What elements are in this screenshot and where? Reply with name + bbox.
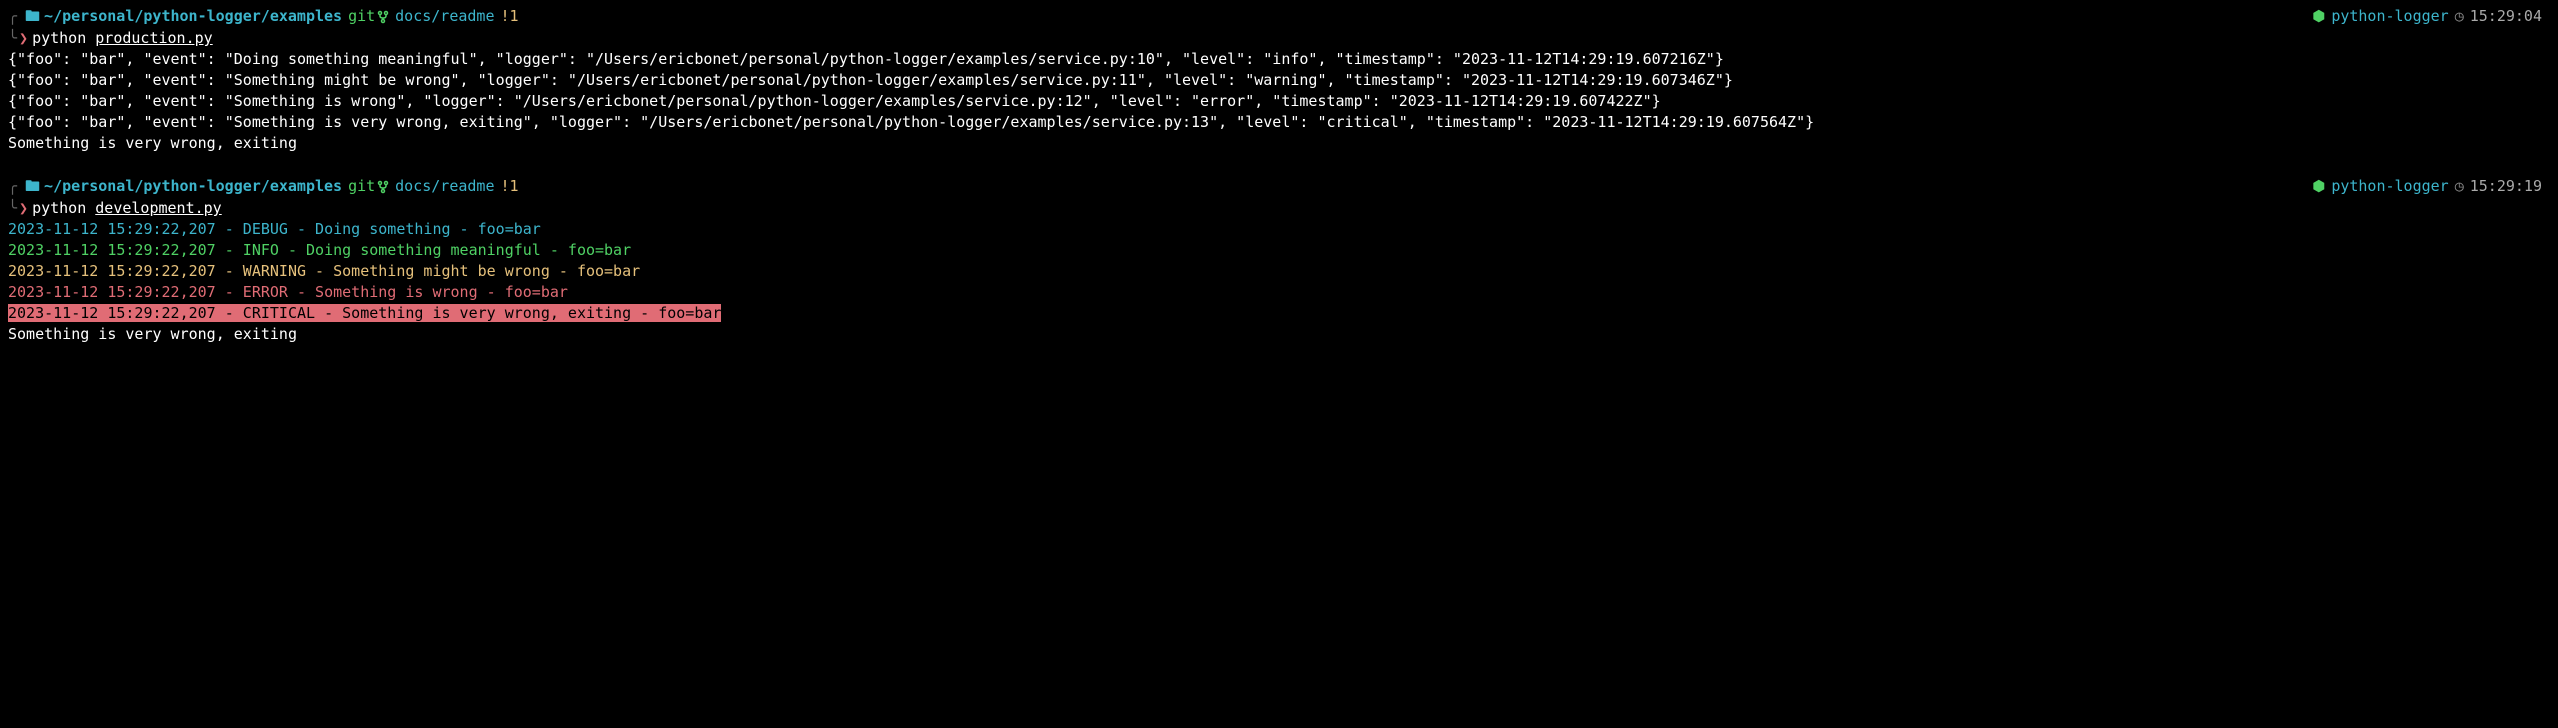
git-label: git [348,176,375,197]
output-line: {"foo": "bar", "event": "Doing something… [8,49,2550,70]
folder-icon: 🖿 [25,6,40,27]
git-branch-icon [377,176,389,197]
terminal-block-1: ╭ 🖿 ~/personal/python-logger/examples gi… [8,6,2550,154]
command-name: python [32,29,86,47]
status-right: ⬢ python-logger ◷ 15:29:19 [2312,176,2542,197]
clock-icon: ◷ [2455,176,2464,197]
cwd-path: ~/personal/python-logger/examples [44,176,342,197]
hex-icon: ⬢ [2312,176,2325,197]
log-line-info: 2023-11-12 15:29:22,207 - INFO - Doing s… [8,240,2550,261]
hex-icon: ⬢ [2312,6,2325,27]
command-file: development.py [95,199,221,217]
command-line[interactable]: ╰ ❯ python development.py [8,198,2550,219]
git-changes: !1 [501,176,519,197]
prompt-line[interactable]: ╭ 🖿 ~/personal/python-logger/examples gi… [8,6,2550,27]
prompt-time: 15:29:19 [2470,176,2542,197]
bracket-cont-icon: ╰ [8,198,17,219]
output-line: {"foo": "bar", "event": "Something might… [8,70,2550,91]
output-line: Something is very wrong, exiting [8,133,2550,154]
cwd-path: ~/personal/python-logger/examples [44,6,342,27]
project-name: python-logger [2331,6,2448,27]
bracket-open-icon: ╭ [8,176,17,197]
command-line[interactable]: ╰ ❯ python production.py [8,28,2550,49]
prompt-time: 15:29:04 [2470,6,2542,27]
prompt-angle-icon: ❯ [19,198,28,219]
git-label: git [348,6,375,27]
log-line-error: 2023-11-12 15:29:22,207 - ERROR - Someth… [8,282,2550,303]
command-file: production.py [95,29,212,47]
log-line-debug: 2023-11-12 15:29:22,207 - DEBUG - Doing … [8,219,2550,240]
terminal-block-2: ╭ 🖿 ~/personal/python-logger/examples gi… [8,176,2550,345]
project-name: python-logger [2331,176,2448,197]
command-name: python [32,199,86,217]
output-line: Something is very wrong, exiting [8,324,2550,345]
bracket-open-icon: ╭ [8,6,17,27]
branch-name: docs/readme [395,176,494,197]
folder-icon: 🖿 [25,176,40,197]
git-branch-icon [377,6,389,27]
clock-icon: ◷ [2455,6,2464,27]
log-line-critical: 2023-11-12 15:29:22,207 - CRITICAL - Som… [8,303,2550,324]
prompt-line[interactable]: ╭ 🖿 ~/personal/python-logger/examples gi… [8,176,2550,197]
bracket-cont-icon: ╰ [8,28,17,49]
git-changes: !1 [501,6,519,27]
branch-name: docs/readme [395,6,494,27]
prompt-angle-icon: ❯ [19,28,28,49]
spacer [8,154,2550,174]
output-line: {"foo": "bar", "event": "Something is ve… [8,112,2550,133]
log-line-warning: 2023-11-12 15:29:22,207 - WARNING - Some… [8,261,2550,282]
command-text: python development.py [32,198,222,219]
output-line: {"foo": "bar", "event": "Something is wr… [8,91,2550,112]
command-text: python production.py [32,28,213,49]
status-right: ⬢ python-logger ◷ 15:29:04 [2312,6,2542,27]
